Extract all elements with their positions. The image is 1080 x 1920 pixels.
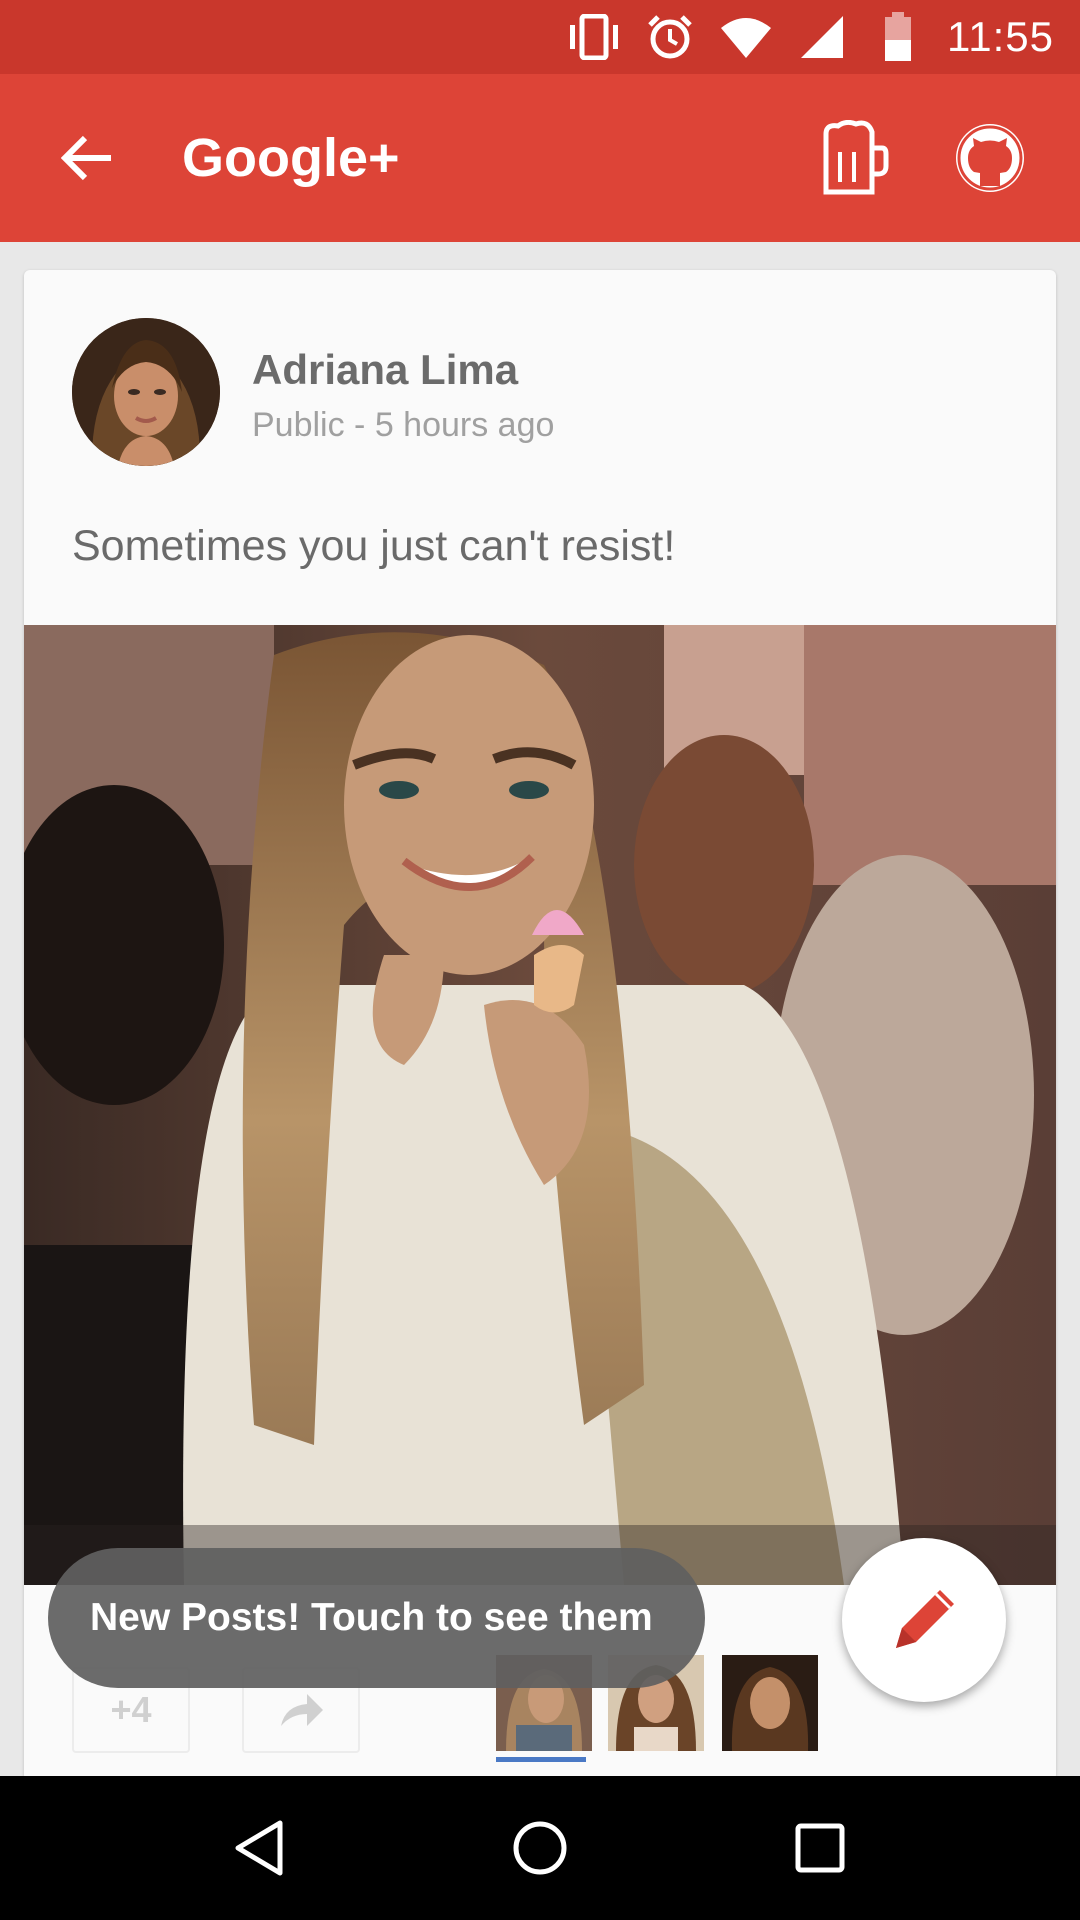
app-bar: Google+ [0,74,1080,242]
author-name[interactable]: Adriana Lima [252,346,518,394]
status-bar: 11:55 [0,0,1080,74]
new-posts-toast[interactable]: New Posts! Touch to see them [48,1548,705,1688]
status-time: 11:55 [947,13,1054,60]
back-triangle-icon[interactable] [215,1803,305,1893]
post-meta: Public - 5 hours ago [252,406,555,444]
photo-thumbnail-3[interactable] [722,1655,818,1751]
signal-icon [795,10,849,64]
recents-square-icon[interactable] [775,1803,865,1893]
avatar[interactable] [72,318,220,466]
battery-icon [871,10,925,64]
system-nav-bar [0,1776,1080,1920]
app-title: Google+ [182,128,400,188]
toast-text: New Posts! Touch to see them [90,1596,653,1639]
back-arrow-icon[interactable] [50,121,124,195]
compose-fab[interactable] [842,1538,1006,1702]
selected-thumbnail-indicator [496,1757,586,1762]
vibrate-icon [567,10,621,64]
github-icon[interactable] [945,113,1035,203]
pencil-icon [896,1590,954,1648]
post-text: Sometimes you just can't resist! [72,522,676,570]
plus-count: +4 [110,1689,152,1730]
home-circle-icon[interactable] [495,1803,585,1893]
wifi-icon [719,10,773,64]
post-photo[interactable] [24,625,1056,1585]
alarm-icon [643,10,697,64]
share-arrow-icon [281,1694,323,1726]
beer-mug-icon[interactable] [810,113,900,203]
